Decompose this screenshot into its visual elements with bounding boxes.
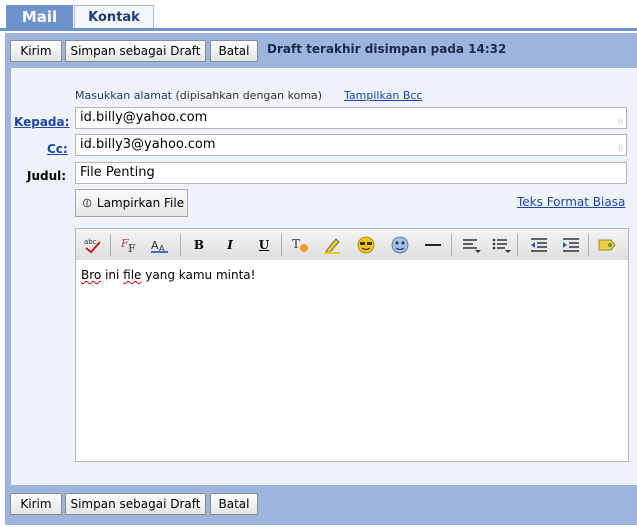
show-bcc-link[interactable]: Tampilkan Bcc: [344, 89, 422, 102]
misspelled-word: file: [123, 268, 142, 282]
tab-mail[interactable]: Mail: [6, 5, 73, 29]
align-icon[interactable]: [460, 235, 482, 255]
cc-label-link[interactable]: Cc:: [47, 142, 68, 156]
insert-link-icon[interactable]: [596, 235, 618, 255]
send-button[interactable]: Kirim: [10, 40, 62, 62]
misspelled-word: Bro: [81, 268, 102, 282]
subject-label: Judul:: [27, 169, 67, 183]
highlight-icon[interactable]: [321, 235, 343, 255]
italic-icon[interactable]: I: [219, 235, 241, 255]
format-toolbar: abc FF AA B I U T: [75, 228, 629, 261]
svg-text:A: A: [151, 239, 159, 252]
toolbar-separator: [517, 234, 518, 256]
top-action-bar: Kirim Simpan sebagai Draft Batal Draft t…: [5, 33, 637, 68]
body-text: ini: [101, 268, 124, 282]
bottom-action-bar: Kirim Simpan sebagai Draft Batal: [5, 485, 637, 525]
subject-field-value: File Penting: [80, 165, 155, 180]
address-hint: Masukkan alamat (dipisahkan dengan koma): [75, 89, 322, 102]
svg-text:abc: abc: [84, 238, 97, 246]
emoticon-icon[interactable]: [355, 235, 377, 255]
underline-icon[interactable]: U: [253, 235, 275, 255]
save-draft-button[interactable]: Simpan sebagai Draft: [65, 493, 206, 515]
tab-kontak[interactable]: Kontak: [74, 5, 154, 28]
to-field[interactable]: id.billy@yahoo.com ⁞⁞: [75, 107, 627, 129]
toolbar-separator: [588, 234, 589, 256]
spellcheck-icon[interactable]: abc: [82, 235, 104, 255]
cancel-button[interactable]: Batal: [210, 40, 258, 62]
toolbar-separator: [451, 234, 452, 256]
cc-field-value: id.billy3@yahoo.com: [80, 137, 216, 152]
text-color-icon[interactable]: T: [290, 235, 312, 255]
to-field-value: id.billy@yahoo.com: [80, 110, 208, 125]
list-icon[interactable]: [490, 235, 512, 255]
address-hint-suffix: (dipisahkan dengan koma): [172, 89, 323, 102]
paperclip-icon: ⊘: [78, 193, 97, 213]
send-button[interactable]: Kirim: [10, 493, 62, 515]
toolbar-separator: [180, 234, 181, 256]
draft-status-text: Draft terakhir disimpan pada 14:32: [267, 42, 507, 56]
font-size-icon[interactable]: AA: [149, 235, 171, 255]
bold-icon[interactable]: B: [188, 235, 210, 255]
to-label-link[interactable]: Kepada:: [14, 115, 69, 129]
smiley-sticker-icon[interactable]: [389, 235, 411, 255]
svg-text:F: F: [128, 242, 136, 254]
message-body-editor[interactable]: Bro ini file yang kamu minta!: [75, 260, 629, 462]
toolbar-separator: [281, 234, 282, 256]
plain-text-format-link[interactable]: Teks Format Biasa: [517, 195, 625, 209]
font-face-icon[interactable]: FF: [119, 235, 141, 255]
tab-bar: Mail Kontak: [0, 0, 637, 31]
save-draft-button[interactable]: Simpan sebagai Draft: [65, 40, 206, 62]
toolbar-separator: [110, 234, 111, 256]
body-text: yang kamu minta!: [141, 268, 256, 282]
horizontal-rule-icon[interactable]: [422, 235, 444, 255]
resize-grip-icon: ⁞⁞: [617, 117, 623, 126]
address-hint-prefix: Masukkan alamat: [75, 89, 172, 102]
attach-file-button[interactable]: ⊘ Lampirkan File: [75, 189, 188, 217]
indent-icon[interactable]: [560, 235, 582, 255]
svg-text:T: T: [292, 237, 300, 251]
cc-field[interactable]: id.billy3@yahoo.com ⁞⁞: [75, 134, 627, 156]
resize-grip-icon: ⁞⁞: [617, 144, 623, 153]
cancel-button[interactable]: Batal: [210, 493, 258, 515]
outdent-icon[interactable]: [528, 235, 550, 255]
tab-underline: [0, 28, 637, 31]
subject-field[interactable]: File Penting: [75, 162, 627, 184]
attach-file-label: Lampirkan File: [96, 196, 185, 210]
